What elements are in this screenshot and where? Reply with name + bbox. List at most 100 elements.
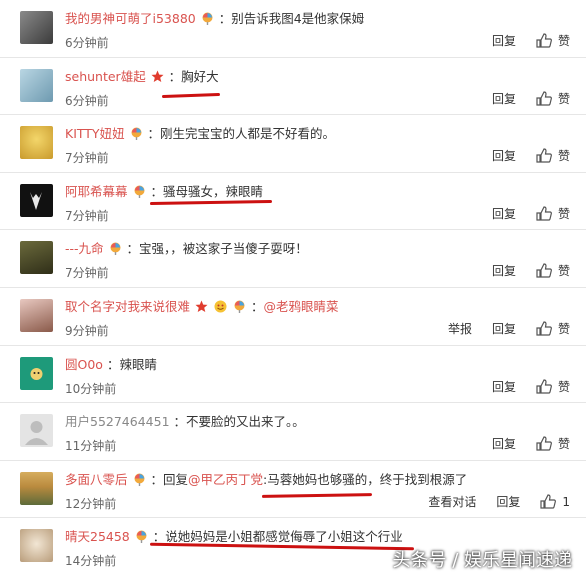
comment-prefix: ：回复 <box>150 471 188 487</box>
mention-link[interactable]: @老鸦眼睛菜 <box>263 299 338 314</box>
like-label: 赞 <box>557 34 570 48</box>
username[interactable]: 阿耶希幕幕 <box>65 184 128 199</box>
animal-avatar-icon <box>30 367 43 380</box>
comment-text: ：说她妈妈是小姐都感觉侮辱了小姐这个行业 <box>152 529 403 545</box>
like-button[interactable]: 赞 <box>536 32 570 49</box>
comment-list: 我的男神可萌了i53880 ：别告诉我图4是他家保姆 6分钟前 回复 赞 seh… <box>0 0 586 576</box>
timestamp: 10分钟前 <box>65 381 117 396</box>
username[interactable]: KITTY妞妞 <box>65 126 125 141</box>
comment-item: sehunter雄起 ：胸好大 6分钟前 回复 赞 <box>0 58 586 116</box>
avatar[interactable] <box>20 241 53 275</box>
red-underline-annotation <box>261 492 373 498</box>
comment-text: ：辣眼睛 <box>106 356 157 372</box>
avatar[interactable] <box>20 414 53 448</box>
reply-button[interactable]: 回复 <box>492 90 516 107</box>
thumbs-up-icon <box>536 206 552 221</box>
avatar[interactable] <box>20 529 53 563</box>
avatar[interactable] <box>20 126 53 160</box>
like-button[interactable]: 赞 <box>536 262 570 279</box>
like-button[interactable]: 赞 <box>536 205 570 222</box>
like-label: 赞 <box>557 91 570 106</box>
thumbs-up-icon <box>536 321 552 336</box>
username[interactable]: sehunter雄起 <box>65 69 146 84</box>
avatar[interactable] <box>20 183 53 217</box>
like-label: 赞 <box>557 321 570 336</box>
timestamp: 11分钟前 <box>65 439 117 454</box>
timestamp: 7分钟前 <box>65 208 109 223</box>
comment-item: 阿耶希幕幕 ：骚母骚女，辣眼睛 7分钟前 回复 赞 <box>0 173 586 231</box>
timestamp: 7分钟前 <box>65 266 109 281</box>
timestamp: 6分钟前 <box>65 93 109 108</box>
like-button[interactable]: 赞 <box>536 378 570 395</box>
reply-button[interactable]: 回复 <box>492 378 516 395</box>
balloon-badge-icon <box>202 12 213 25</box>
view-conversation-link[interactable]: 查看对话 <box>428 493 476 510</box>
avatar[interactable] <box>20 471 53 505</box>
like-button[interactable]: 1 <box>540 494 570 509</box>
reply-button[interactable]: 回复 <box>492 147 516 164</box>
like-label: 赞 <box>557 437 570 452</box>
username[interactable]: 用户5527464451 <box>65 414 170 429</box>
skull-avatar-icon <box>30 191 42 210</box>
reply-button[interactable]: 回复 <box>492 435 516 452</box>
timestamp: 7分钟前 <box>65 151 109 166</box>
thumbs-up-icon <box>536 148 552 163</box>
reply-button[interactable]: 回复 <box>492 32 516 49</box>
reply-button[interactable]: 回复 <box>492 262 516 279</box>
reply-button[interactable]: 回复 <box>496 493 520 510</box>
comment-item: 取个名字对我来说很难 ：@老鸦眼睛菜 9分钟前 举报 回复 赞 <box>0 288 586 346</box>
balloon-badge-icon <box>134 185 144 198</box>
comment-text: ：不要脸的又出来了。。 <box>173 414 305 430</box>
like-label: 赞 <box>557 264 570 279</box>
star-badge-icon <box>151 70 164 82</box>
balloon-badge-icon <box>234 300 245 313</box>
red-underline-annotation <box>149 199 273 205</box>
thumbs-up-icon <box>536 90 552 106</box>
comment-item: 用户5527464451 ：不要脸的又出来了。。 11分钟前 回复 赞 <box>0 403 586 461</box>
comment-text: ：别告诉我图4是他家保姆 <box>218 11 365 26</box>
star-badge-icon <box>195 300 208 312</box>
avatar[interactable] <box>20 356 53 390</box>
thumbs-up-icon <box>536 378 552 394</box>
username[interactable]: 晴天25458 <box>65 529 130 544</box>
avatar[interactable] <box>20 298 53 332</box>
like-label: 赞 <box>557 149 570 164</box>
thumbs-up-icon <box>536 263 552 278</box>
username[interactable]: 取个名字对我来说很难 <box>65 299 190 314</box>
comment-text: ：刚生完宝宝的人都是不好看的。 <box>147 126 336 142</box>
report-button[interactable]: 举报 <box>448 320 472 337</box>
emoji-badge-icon <box>214 300 227 313</box>
red-underline-annotation <box>161 92 221 98</box>
timestamp: 9分钟前 <box>65 323 109 338</box>
comment-text: ：宝强，，被这家子当傻子耍呀！ <box>126 241 308 257</box>
comment-item: 我的男神可萌了i53880 ：别告诉我图4是他家保姆 6分钟前 回复 赞 <box>0 0 586 58</box>
thumbs-up-icon <box>540 494 557 509</box>
like-button[interactable]: 赞 <box>536 320 570 337</box>
username[interactable]: ---九命 <box>65 241 104 256</box>
thumbs-up-icon <box>536 33 552 48</box>
comment-text: ： <box>250 298 264 314</box>
like-button[interactable]: 赞 <box>536 435 570 452</box>
reply-button[interactable]: 回复 <box>492 205 516 222</box>
like-label: 赞 <box>557 379 570 394</box>
balloon-badge-icon <box>110 242 121 256</box>
balloon-badge-icon <box>131 127 142 141</box>
thumbs-up-icon <box>536 436 552 451</box>
like-button[interactable]: 赞 <box>536 147 570 164</box>
default-user-icon <box>25 421 48 446</box>
avatar[interactable] <box>20 68 53 102</box>
username[interactable]: 多面八零后 <box>65 472 128 487</box>
comment-text: :马蓉她妈也够骚的，终于找到根源了 <box>263 471 468 487</box>
balloon-badge-icon <box>136 530 147 544</box>
reply-button[interactable]: 回复 <box>492 320 516 337</box>
avatar[interactable] <box>20 11 53 44</box>
username[interactable]: 我的男神可萌了i53880 <box>65 11 196 26</box>
mention-link[interactable]: @甲乙丙丁党 <box>188 472 263 487</box>
username[interactable]: 圆O0o <box>65 357 103 372</box>
timestamp: 6分钟前 <box>65 36 109 50</box>
comment-item: KITTY妞妞 ：刚生完宝宝的人都是不好看的。 7分钟前 回复 赞 <box>0 115 586 173</box>
comment-text: ：胸好大 <box>168 68 219 84</box>
like-button[interactable]: 赞 <box>536 90 570 107</box>
timestamp: 12分钟前 <box>65 496 117 511</box>
balloon-badge-icon <box>134 473 144 486</box>
